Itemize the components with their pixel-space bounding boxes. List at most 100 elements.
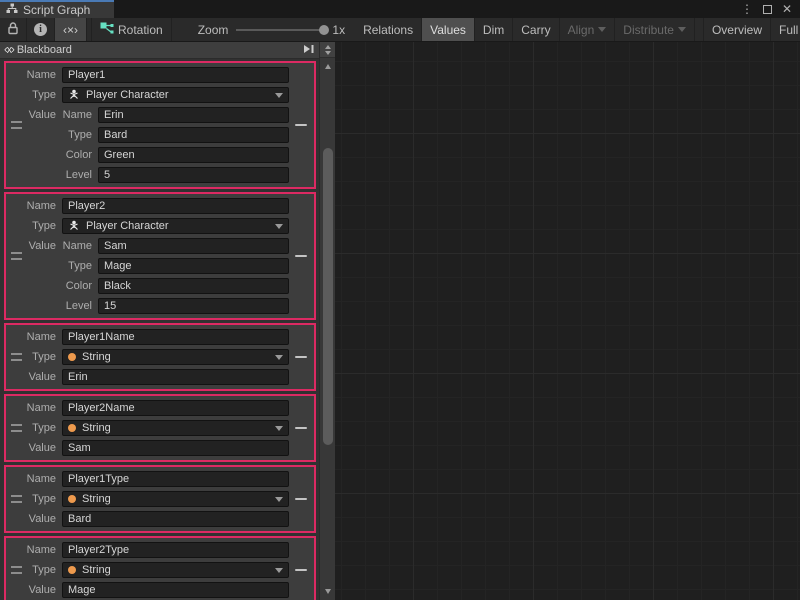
variable-value-input[interactable] xyxy=(62,582,289,598)
variable-type-dropdown[interactable]: String xyxy=(62,491,289,507)
field-label: Type xyxy=(6,89,62,101)
window-maximize-icon[interactable] xyxy=(763,5,772,14)
variable-value-color-input[interactable] xyxy=(98,147,289,163)
variable-type-dropdown[interactable]: String xyxy=(62,562,289,578)
tab-script-graph[interactable]: Script Graph xyxy=(0,0,114,18)
toolbar-button-full-screen[interactable]: Full Screen xyxy=(771,18,800,41)
toolbar-button-label: Carry xyxy=(521,23,550,37)
variable-name-input[interactable] xyxy=(62,67,289,83)
zoom-label: Zoom xyxy=(198,23,229,37)
nested-field-label: Name xyxy=(62,109,98,121)
variable-name-input[interactable] xyxy=(62,198,289,214)
remove-variable-button[interactable] xyxy=(295,255,307,257)
resize-up-icon xyxy=(325,45,331,49)
blackboard-scrollbar[interactable] xyxy=(319,42,335,600)
variable-value-level-input[interactable] xyxy=(98,298,289,314)
window-close-icon[interactable]: ✕ xyxy=(782,3,792,15)
variable-value-name-input[interactable] xyxy=(98,107,289,123)
variable-row: Name xyxy=(6,196,314,216)
variable-type-label: String xyxy=(82,564,111,576)
field-label: Value xyxy=(6,109,62,121)
variable-value-input[interactable] xyxy=(62,511,289,527)
scroll-up-button[interactable] xyxy=(320,64,336,69)
variable-type-dropdown[interactable]: String xyxy=(62,420,289,436)
toolbar-button-overview[interactable]: Overview xyxy=(703,18,771,41)
variable-type-dropdown[interactable]: Player Character xyxy=(62,87,289,103)
variable-group-player1type[interactable]: NameTypeStringValue xyxy=(4,465,316,533)
nested-field-label: Type xyxy=(62,129,98,141)
field-label: Name xyxy=(6,402,62,414)
toolbar-button-dim[interactable]: Dim xyxy=(475,18,513,41)
lock-button[interactable] xyxy=(0,18,27,41)
drag-handle-icon[interactable] xyxy=(11,353,22,361)
variable-name-input[interactable] xyxy=(62,329,289,345)
scrollbar-thumb[interactable] xyxy=(323,148,333,445)
drag-handle-icon[interactable] xyxy=(11,566,22,574)
variable-row: Name xyxy=(6,398,314,418)
variable-type-dropdown[interactable]: String xyxy=(62,349,289,365)
zoom-slider[interactable] xyxy=(236,29,324,31)
rotation-label: Rotation xyxy=(118,23,163,37)
toolbar-button-align[interactable]: Align xyxy=(560,18,616,41)
variable-value-color-input[interactable] xyxy=(98,278,289,294)
variables-toggle-button[interactable]: ‹×› xyxy=(55,18,87,41)
variable-group-player2name[interactable]: NameTypeStringValue xyxy=(4,394,316,462)
field-label: Value xyxy=(6,240,62,252)
scroll-down-button[interactable] xyxy=(320,589,336,594)
window-menu-icon[interactable]: ⋮ xyxy=(741,3,753,15)
variable-name-input[interactable] xyxy=(62,400,289,416)
variable-row: ValueName xyxy=(6,236,314,256)
remove-variable-button[interactable] xyxy=(295,356,307,358)
nested-field-label: Type xyxy=(62,260,98,272)
variable-type-dropdown[interactable]: Player Character xyxy=(62,218,289,234)
graph-canvas[interactable] xyxy=(335,42,800,600)
variable-value-type-input[interactable] xyxy=(98,127,289,143)
variable-name-input[interactable] xyxy=(62,542,289,558)
variable-group-player1name[interactable]: NameTypeStringValue xyxy=(4,323,316,391)
lock-icon xyxy=(7,22,19,38)
variable-value-input[interactable] xyxy=(62,440,289,456)
remove-variable-button[interactable] xyxy=(295,569,307,571)
string-type-icon xyxy=(68,566,76,574)
rotation-button[interactable]: Rotation xyxy=(91,18,172,41)
field-label: Value xyxy=(6,584,62,596)
variable-value-type-input[interactable] xyxy=(98,258,289,274)
toolbar-button-distribute[interactable]: Distribute xyxy=(615,18,695,41)
variable-value-name-input[interactable] xyxy=(98,238,289,254)
drag-handle-icon[interactable] xyxy=(11,121,22,129)
toolbar-button-label: Full Screen xyxy=(779,23,800,37)
chevron-down-icon xyxy=(275,568,283,573)
variable-group-player2[interactable]: NameTypePlayer CharacterValueNameTypeCol… xyxy=(4,192,316,320)
nested-field-label: Color xyxy=(62,149,98,161)
variable-value-level-input[interactable] xyxy=(98,167,289,183)
variable-row: Color xyxy=(6,145,314,165)
drag-handle-icon[interactable] xyxy=(11,252,22,260)
toolbar-button-relations[interactable]: Relations xyxy=(355,18,422,41)
blackboard-variables-icon: ‹x› xyxy=(4,44,14,56)
variable-group-player2type[interactable]: NameTypeStringValue xyxy=(4,536,316,600)
string-type-icon xyxy=(68,424,76,432)
variable-row: Value xyxy=(6,367,314,387)
field-label: Name xyxy=(6,331,62,343)
zoom-slider-knob[interactable] xyxy=(319,25,329,35)
remove-variable-button[interactable] xyxy=(295,427,307,429)
variable-name-input[interactable] xyxy=(62,471,289,487)
variable-type-label: Player Character xyxy=(86,89,169,101)
panel-resize-arrows[interactable] xyxy=(320,42,335,58)
drag-handle-icon[interactable] xyxy=(11,424,22,432)
script-graph-window: Script Graph ⋮ ✕ i ‹×› xyxy=(0,0,800,600)
blackboard-header: ‹x› Blackboard xyxy=(0,42,319,59)
tab-title: Script Graph xyxy=(23,3,90,17)
variable-group-player1[interactable]: NameTypePlayer CharacterValueNameTypeCol… xyxy=(4,61,316,189)
toolbar-button-carry[interactable]: Carry xyxy=(513,18,559,41)
field-label: Value xyxy=(6,442,62,454)
scroll-up-icon xyxy=(325,64,331,69)
resize-down-icon xyxy=(325,51,331,55)
toolbar-button-values[interactable]: Values xyxy=(422,18,475,41)
variable-value-input[interactable] xyxy=(62,369,289,385)
drag-handle-icon[interactable] xyxy=(11,495,22,503)
remove-variable-button[interactable] xyxy=(295,498,307,500)
info-button[interactable]: i xyxy=(27,18,55,41)
remove-variable-button[interactable] xyxy=(295,124,307,126)
dock-panel-icon[interactable] xyxy=(303,42,315,59)
